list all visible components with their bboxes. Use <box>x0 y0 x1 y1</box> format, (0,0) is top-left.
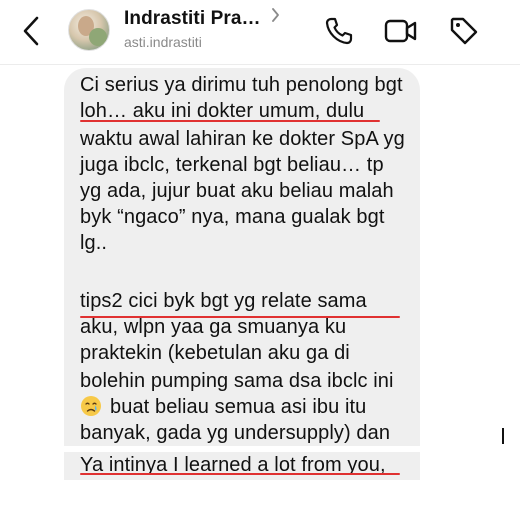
chevron-right-icon <box>272 8 280 22</box>
tag-icon <box>450 17 478 45</box>
message-line: lg.. <box>80 232 108 254</box>
message-line: banyak, gada yg undersupply) dan <box>80 422 391 444</box>
crying-face-emoji-icon <box>81 396 101 416</box>
bubble-separator <box>64 446 420 452</box>
message-line: bolehin pumping sama dsa ibclc ini <box>80 370 394 392</box>
message-line-text: buat beliau semua asi ibu itu <box>110 396 367 418</box>
tag-button[interactable] <box>447 14 481 48</box>
username: asti.indrastiti <box>124 34 202 50</box>
contact-name[interactable]: Indrastiti Pra… <box>124 8 261 30</box>
video-camera-icon <box>384 19 417 43</box>
avatar[interactable] <box>68 9 110 51</box>
header-divider <box>0 64 520 65</box>
red-underline <box>80 473 400 475</box>
message-line: waktu awal lahiran ke dokter SpA yg <box>80 128 405 150</box>
message-line: byk “ngaco” nya, mana gualak bgt <box>80 206 385 228</box>
message-line: yg ada, jujur buat aku beliau malah <box>80 180 394 202</box>
contact-info[interactable]: Indrastiti Pra… asti.indrastiti <box>124 8 304 50</box>
chevron-left-icon <box>23 16 39 46</box>
message-bubble[interactable]: Ci serius ya dirimu tuh penolong bgt loh… <box>64 68 420 480</box>
phone-icon <box>325 17 353 45</box>
red-underline <box>80 120 380 122</box>
avatar-photo-shape <box>89 28 107 46</box>
chat-header: Indrastiti Pra… asti.indrastiti <box>0 0 520 64</box>
video-call-button[interactable] <box>384 14 418 48</box>
back-button[interactable] <box>16 14 46 48</box>
message-line: praktekin (kebetulan aku ga di <box>80 342 350 364</box>
message-line-with-emoji: buat beliau semua asi ibu itu <box>80 394 366 420</box>
text-cursor <box>502 428 504 444</box>
red-underline <box>80 316 400 318</box>
message-line: Ci serius ya dirimu tuh penolong bgt <box>80 74 403 96</box>
audio-call-button[interactable] <box>322 14 356 48</box>
message-line: juga ibclc, terkenal bgt beliau… tp <box>80 154 384 176</box>
message-line: tips2 cici byk bgt yg relate sama <box>80 290 367 312</box>
